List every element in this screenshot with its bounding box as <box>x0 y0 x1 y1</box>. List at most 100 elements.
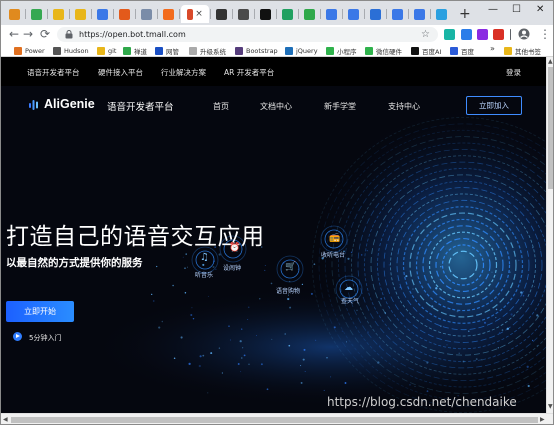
close-window-button[interactable]: ✕ <box>536 4 544 16</box>
minimize-button[interactable]: — <box>488 4 498 16</box>
tab-18[interactable] <box>388 5 407 23</box>
horizontal-scrollbar[interactable]: ◀ ▶ <box>1 413 553 424</box>
tab-10[interactable] <box>212 5 231 23</box>
maximize-button[interactable]: ☐ <box>512 4 521 16</box>
bookmark-favicon-icon <box>53 46 61 55</box>
extension-1-icon[interactable] <box>444 29 455 40</box>
extension-4-icon[interactable] <box>493 29 504 40</box>
login-link[interactable]: 登录 <box>506 67 521 78</box>
particle-dot <box>412 288 414 290</box>
bookmark-item[interactable]: jQuery <box>285 45 318 56</box>
top-nav-voice-platform[interactable]: 语音开发者平台 <box>27 67 80 78</box>
particle-dot <box>215 268 217 270</box>
particle-dot <box>191 307 193 309</box>
bookmark-other-folder[interactable]: 其他书签 <box>504 45 541 56</box>
bookmark-label: 升级系统 <box>200 47 226 56</box>
scroll-left-arrow[interactable]: ◀ <box>3 416 8 424</box>
tab-19[interactable] <box>410 5 429 23</box>
nav-support[interactable]: 支持中心 <box>388 101 420 112</box>
tab-8[interactable] <box>159 5 178 23</box>
tab-15[interactable] <box>322 5 341 23</box>
tab-13[interactable] <box>278 5 297 23</box>
hero-title: 打造自己的语音交互应用 <box>6 224 265 250</box>
bookmark-item[interactable]: 百度 <box>450 45 474 56</box>
forward-button[interactable]: → <box>23 27 33 42</box>
bookmark-star-icon[interactable]: ☆ <box>421 28 430 41</box>
tab-20[interactable] <box>432 5 451 23</box>
horizontal-scroll-thumb[interactable] <box>11 417 538 423</box>
bookmark-item[interactable]: 网管 <box>155 45 179 56</box>
nav-tutorials[interactable]: 新手学堂 <box>324 101 356 112</box>
tab-14[interactable] <box>300 5 319 23</box>
particle-dot <box>315 339 317 341</box>
particle-dot <box>218 347 221 349</box>
tab-2[interactable] <box>27 5 46 23</box>
bookmark-favicon-icon <box>123 46 131 55</box>
tab-11[interactable] <box>234 5 253 23</box>
nav-docs[interactable]: 文档中心 <box>260 101 292 112</box>
particle-dot <box>520 291 523 294</box>
start-now-button[interactable]: 立即开始 <box>6 301 74 322</box>
extension-3-icon[interactable] <box>477 29 488 40</box>
bookmark-item[interactable]: Hudson <box>53 45 89 56</box>
tab-16[interactable] <box>344 5 363 23</box>
bookmarks-overflow-button[interactable]: » <box>490 44 495 53</box>
scroll-down-arrow[interactable]: ▼ <box>548 403 553 411</box>
tab-17[interactable] <box>366 5 385 23</box>
bookmark-other-label: 其他书签 <box>515 47 541 56</box>
particle-dot <box>426 390 429 393</box>
nav-home[interactable]: 首页 <box>213 101 229 112</box>
bookmark-item[interactable]: 升级系统 <box>189 45 226 56</box>
extension-2-icon[interactable] <box>461 29 472 40</box>
bookmark-item[interactable]: 禅道 <box>123 45 147 56</box>
tab-strip: × + — ☐ ✕ <box>1 1 553 25</box>
tab-3[interactable] <box>49 5 68 23</box>
top-nav-hardware-platform[interactable]: 硬件接入平台 <box>98 67 143 78</box>
vertical-scrollbar[interactable]: ▲ ▼ <box>546 57 553 413</box>
profile-icon[interactable] <box>518 28 530 40</box>
join-now-button[interactable]: 立即加入 <box>466 96 522 115</box>
particle-dot <box>526 365 529 368</box>
folder-icon <box>504 46 512 55</box>
play-circle-icon[interactable] <box>13 332 22 341</box>
five-minute-intro-link[interactable]: 5分钟入门 <box>29 333 61 343</box>
bookmark-item[interactable]: 小程序 <box>326 45 357 56</box>
extension-5-icon[interactable] <box>510 29 511 40</box>
reload-button[interactable]: ⟳ <box>40 27 50 42</box>
scroll-right-arrow[interactable]: ▶ <box>540 416 545 424</box>
tab-12[interactable] <box>256 5 275 23</box>
bookmark-label: 百度 <box>461 47 474 56</box>
tab-separator <box>408 9 409 19</box>
new-tab-button[interactable]: + <box>459 7 471 21</box>
top-nav-bar: 语音开发者平台 硬件接入平台 行业解决方案 AR 开发者平台 登录 <box>1 57 546 86</box>
bookmark-item[interactable]: Power <box>14 45 45 56</box>
particle-dot <box>151 293 153 296</box>
bookmark-item[interactable]: Bootstrap <box>235 45 278 56</box>
bookmark-item[interactable]: 百度AI <box>411 45 441 56</box>
tab-4[interactable] <box>71 5 90 23</box>
tab-6[interactable] <box>115 5 134 23</box>
address-bar[interactable]: https://open.bot.tmall.com ☆ <box>57 27 438 42</box>
top-nav-industry-solutions[interactable]: 行业解决方案 <box>161 67 206 78</box>
particle-dot <box>378 345 381 347</box>
back-button[interactable]: ← <box>9 27 19 42</box>
vertical-scroll-thumb[interactable] <box>548 67 553 189</box>
tab-close-icon[interactable]: × <box>195 9 203 19</box>
tab-separator <box>47 9 48 19</box>
tab-favicon-icon <box>392 8 403 20</box>
tab-active[interactable]: × <box>181 5 209 23</box>
bookmark-item[interactable]: 微信硬件 <box>365 45 402 56</box>
logo-text[interactable]: AliGenie <box>44 97 95 111</box>
tab-1[interactable] <box>5 5 24 23</box>
page-viewport: 语音开发者平台 硬件接入平台 行业解决方案 AR 开发者平台 登录 AliGen… <box>1 57 546 413</box>
top-nav-ar-platform[interactable]: AR 开发者平台 <box>224 67 274 78</box>
tab-7[interactable] <box>137 5 156 23</box>
particle-dot <box>534 286 536 288</box>
tab-5[interactable] <box>93 5 112 23</box>
menu-dots-icon[interactable]: ⋮ <box>539 27 551 42</box>
tab-favicon-icon <box>326 8 337 20</box>
particle-dot <box>207 295 209 297</box>
particle-dot <box>199 355 202 358</box>
bookmark-item[interactable]: git <box>97 45 116 56</box>
scroll-up-arrow[interactable]: ▲ <box>548 58 553 66</box>
